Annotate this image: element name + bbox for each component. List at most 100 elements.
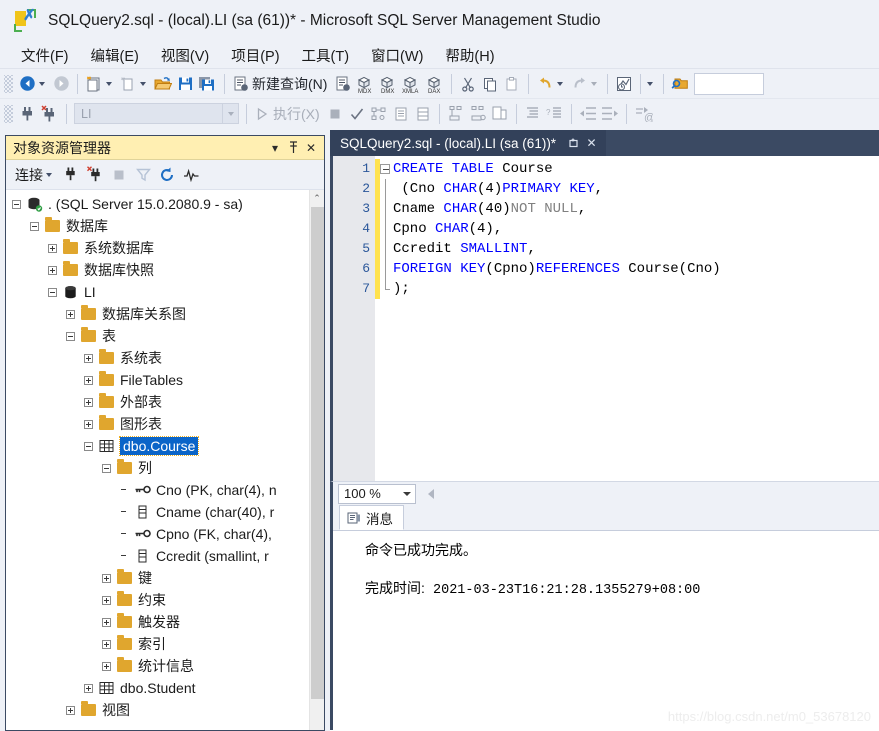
refresh-icon[interactable] [155,164,179,186]
code-line[interactable]: ); [380,279,879,299]
object-explorer-tree[interactable]: . (SQL Server 15.0.2080.9 - sa) 数据库 系统数据库数… [6,190,309,730]
expand-icon[interactable] [48,265,57,275]
tree-node[interactable]: . (SQL Server 15.0.2080.9 - sa) [6,193,309,215]
code-line[interactable]: Cname CHAR(40)NOT NULL, [380,199,879,219]
specify-values-icon[interactable]: @ [632,102,655,126]
results-to-text-icon[interactable] [445,102,467,126]
database-selector-chevron-icon[interactable] [222,104,238,123]
display-estimated-plan-icon[interactable] [368,102,390,126]
expand-icon[interactable] [84,683,93,693]
window-position-chevron-icon[interactable]: ▾ [266,139,284,157]
new-mdx-query-icon[interactable]: MDX [353,72,376,96]
expand-icon[interactable] [84,353,93,363]
connect-dropdown-button[interactable]: 连接 [14,163,59,187]
menu-view[interactable]: 视图(V) [150,43,220,68]
open-file-icon[interactable] [151,72,174,96]
undo-dropdown-icon[interactable] [557,81,564,86]
paste-icon[interactable] [501,72,523,96]
save-icon[interactable] [174,72,196,96]
messages-output[interactable]: 命令已成功完成。 完成时间: 2021-03-23T16:21:28.13552… [333,531,879,730]
expand-icon[interactable] [84,397,93,407]
expand-icon[interactable] [66,309,75,319]
toolbar-grip[interactable] [4,104,13,123]
tree-node[interactable]: Cno (PK, char(4), n [6,479,309,501]
tree-node[interactable]: 图形表 [6,413,309,435]
expand-icon[interactable] [102,573,111,583]
zoom-chevron-down-icon[interactable] [399,491,415,496]
query-options-icon[interactable] [390,102,412,126]
collapse-icon[interactable] [66,331,75,341]
tree-node[interactable]: Cname (char(40), r [6,501,309,523]
menu-file[interactable]: 文件(F) [10,43,80,68]
disconnect-icon[interactable] [38,102,61,126]
code-line[interactable]: Ccredit SMALLINT, [380,239,879,259]
uncomment-icon[interactable]: ? [544,102,566,126]
disconnect-object-explorer-icon[interactable] [83,164,107,186]
expand-icon[interactable] [84,375,93,385]
undo-icon[interactable] [534,72,556,96]
code-line[interactable]: CREATE TABLE Course [380,159,879,179]
tree-node[interactable]: 约束 [6,589,309,611]
connect-object-explorer-icon[interactable] [59,164,83,186]
expand-icon[interactable] [102,639,111,649]
code-editor[interactable]: 1234567 CREATE TABLE Course (Cno CHAR(4)… [330,156,879,481]
new-project-dropdown-icon[interactable] [106,81,112,86]
tree-node[interactable]: Cpno (FK, char(4), [6,523,309,545]
new-xmla-query-icon[interactable]: XMLA [399,72,423,96]
menu-project[interactable]: 项目(P) [220,43,290,68]
scroll-left-icon[interactable] [424,486,438,502]
new-query-button[interactable]: 新建查询(N) [230,72,331,96]
collapse-icon[interactable] [48,287,57,297]
save-all-icon[interactable] [196,72,219,96]
new-analysis-query-icon[interactable] [331,72,353,96]
find-folder-icon[interactable] [669,72,692,96]
tab-sqlquery2[interactable]: SQLQuery2.sql - (local).LI (sa (61))* ✕ [330,130,607,156]
tab-messages[interactable]: 消息 [339,505,404,530]
code-line[interactable]: Cpno CHAR(4), [380,219,879,239]
tree-node[interactable]: 表 [6,325,309,347]
tree-node[interactable]: 系统数据库 [6,237,309,259]
tree-node[interactable]: 统计信息 [6,655,309,677]
results-to-grid-icon[interactable] [467,102,489,126]
zoom-level-selector[interactable]: 100 % [338,483,416,504]
comment-icon[interactable] [522,102,544,126]
parse-icon[interactable] [346,102,368,126]
tree-node[interactable]: LI [6,281,309,303]
stop-icon[interactable] [324,102,346,126]
scrollbar-thumb[interactable] [311,207,324,699]
object-explorer-scrollbar[interactable]: ⌃ [309,190,324,730]
increase-indent-icon[interactable] [599,102,621,126]
tab-float-icon[interactable] [566,134,583,152]
menu-help[interactable]: 帮助(H) [434,43,505,68]
close-icon[interactable]: ✕ [302,139,320,157]
tree-node[interactable]: Ccredit (smallint, r [6,545,309,567]
tree-node[interactable]: dbo.Student [6,677,309,699]
new-project-icon[interactable] [83,72,105,96]
expand-icon[interactable] [102,661,111,671]
tree-node[interactable]: 触发器 [6,611,309,633]
menu-edit[interactable]: 编辑(E) [80,43,150,68]
activity-monitor-icon[interactable] [179,164,203,186]
tab-close-icon[interactable]: ✕ [583,134,600,152]
expand-icon[interactable] [48,243,57,253]
search-box[interactable] [694,72,765,95]
toolbar-grip[interactable] [4,74,13,93]
scroll-up-icon[interactable]: ⌃ [310,190,324,206]
decrease-indent-icon[interactable] [577,102,599,126]
expand-icon[interactable] [84,419,93,429]
window-layout-icon[interactable] [613,72,635,96]
connect-icon[interactable] [16,102,38,126]
code-text-area[interactable]: CREATE TABLE Course (Cno CHAR(4)PRIMARY … [380,156,879,481]
collapse-icon[interactable] [12,199,21,209]
toolbar-overflow-icon[interactable] [647,81,654,86]
tree-node[interactable]: FileTables [6,369,309,391]
cut-icon[interactable] [457,72,479,96]
tree-node[interactable]: 数据库快照 [6,259,309,281]
new-item-icon[interactable] [117,72,139,96]
redo-icon[interactable] [568,72,590,96]
navigate-back-icon[interactable] [16,72,38,96]
tree-node[interactable]: 系统表 [6,347,309,369]
collapse-icon[interactable] [102,463,111,473]
tree-node[interactable]: 数据库 [6,215,309,237]
navigate-forward-icon[interactable] [50,72,72,96]
